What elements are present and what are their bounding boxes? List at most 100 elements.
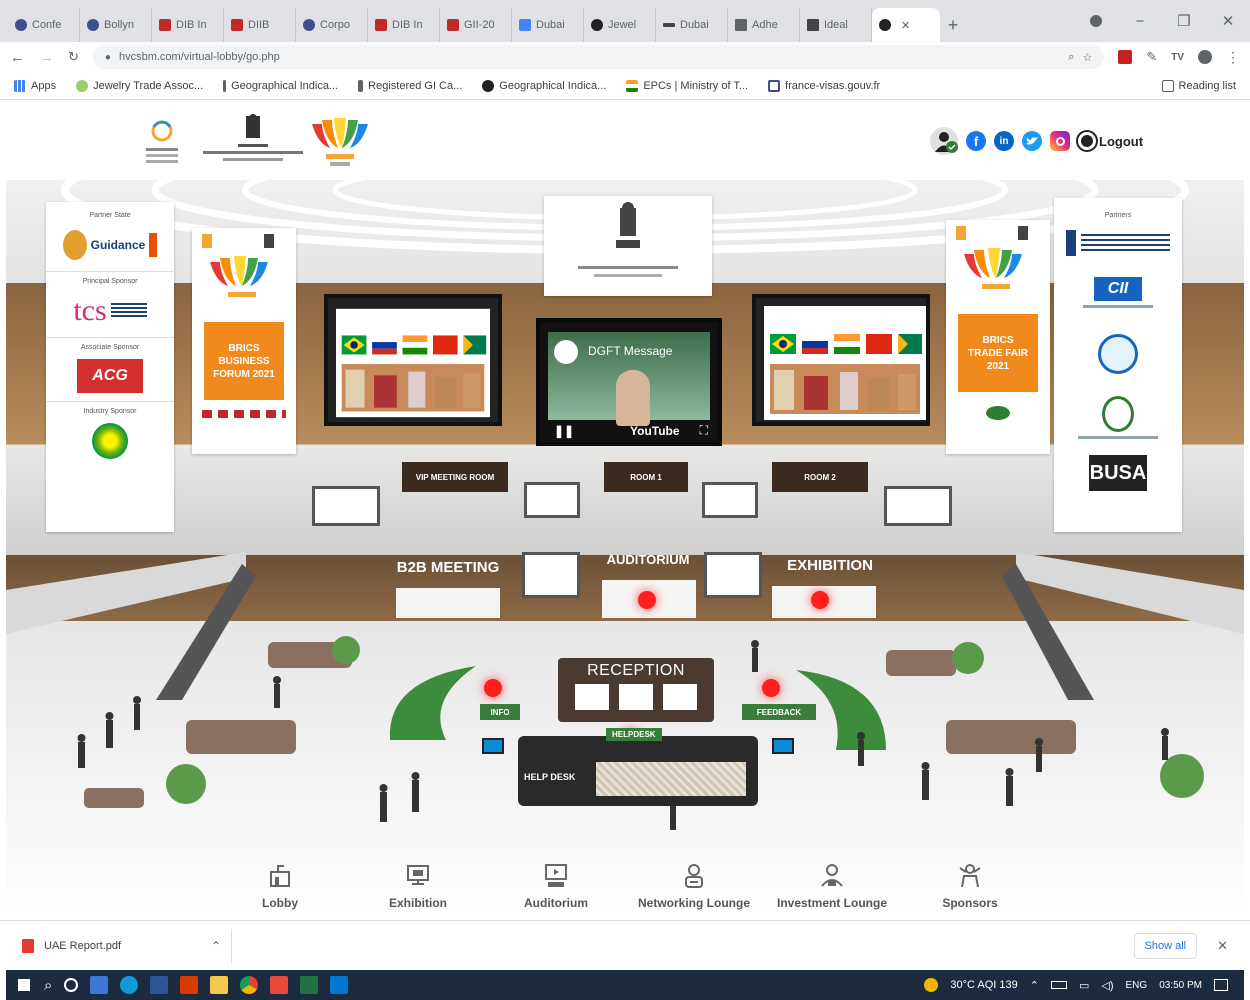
india-flag-icon xyxy=(626,79,639,92)
bookmark-item[interactable]: france-visas.gouv.fr xyxy=(768,79,880,92)
nav-investment-lounge[interactable]: Investment Lounge xyxy=(763,862,901,920)
pdf-file-icon xyxy=(22,938,34,953)
volume-icon[interactable]: ◁) xyxy=(1101,979,1113,992)
tab-favicon-icon xyxy=(375,19,387,31)
tab-favicon-icon xyxy=(735,19,747,31)
taskbar-app-icon[interactable] xyxy=(180,976,199,994)
pdf-extension-icon[interactable] xyxy=(1118,50,1133,64)
restore-icon[interactable]: ❐ xyxy=(1162,0,1206,42)
bookmark-item[interactable]: Geographical Indica... xyxy=(482,79,606,92)
exhibition-icon xyxy=(407,865,429,885)
weather-icon[interactable] xyxy=(924,978,939,992)
browser-tab[interactable]: Jewel xyxy=(584,8,656,42)
browser-tab[interactable]: Bollyn xyxy=(80,8,152,42)
auditorium-icon xyxy=(545,864,567,887)
tv-extension-icon[interactable]: TV xyxy=(1171,52,1184,63)
tab-favicon-icon xyxy=(879,19,891,31)
lobby-bottom-nav: Lobby Exhibition Auditorium Networking L… xyxy=(0,862,1250,920)
close-window-icon[interactable]: ✕ xyxy=(1206,0,1250,42)
bookmark-favicon-icon xyxy=(358,79,364,92)
minimize-icon[interactable]: − xyxy=(1118,0,1162,42)
browser-tab[interactable]: DIB In xyxy=(368,8,440,42)
investment-icon xyxy=(821,864,843,887)
browser-tab[interactable]: Confe xyxy=(8,8,80,42)
forward-arrow-icon[interactable]: → xyxy=(39,49,54,66)
clock[interactable]: 03:50 PM xyxy=(1159,980,1202,991)
nav-exhibition[interactable]: Exhibition xyxy=(349,862,487,920)
bookmark-item[interactable]: Geographical Indica... xyxy=(223,79,338,92)
bookmark-item[interactable]: EPCs | Ministry of T... xyxy=(626,79,748,92)
weather-text[interactable]: 30°C AQI 139 xyxy=(950,979,1017,991)
twitter-icon[interactable] xyxy=(1022,131,1042,151)
feedback-kiosk[interactable]: FEEDBACK xyxy=(742,704,816,720)
excel-icon[interactable] xyxy=(300,976,319,994)
extension-icon[interactable]: ✎ xyxy=(1146,49,1157,65)
helpdesk-counter[interactable]: HELPDESK HELP DESK xyxy=(518,728,758,806)
nav-sponsors[interactable]: Sponsors xyxy=(901,862,1039,920)
browser-tab-active[interactable]: ✕ xyxy=(872,8,940,42)
back-arrow-icon[interactable]: ← xyxy=(10,49,25,66)
new-tab-button[interactable]: + xyxy=(940,8,966,42)
reception-sign[interactable]: RECEPTION xyxy=(558,658,714,722)
nav-networking-lounge[interactable]: Networking Lounge xyxy=(625,862,763,920)
bookmarks-bar: Apps Jewelry Trade Assoc... Geographical… xyxy=(0,72,1250,100)
windows-start-icon[interactable] xyxy=(16,977,32,993)
reload-icon[interactable]: ↻ xyxy=(68,49,79,65)
outlook-icon[interactable] xyxy=(330,976,349,994)
browser-tab[interactable]: GII-20 xyxy=(440,8,512,42)
taskbar-app-icon[interactable] xyxy=(270,976,289,994)
tab-favicon-icon xyxy=(159,19,171,31)
star-icon[interactable]: ☆ xyxy=(1082,51,1092,64)
url-bar[interactable]: ● hvcsbm.com/virtual-lobby/go.php ⌕ ☆ xyxy=(92,45,1105,69)
download-item[interactable]: UAE Report.pdf ⌃ xyxy=(22,928,232,963)
facebook-icon[interactable]: f xyxy=(966,131,986,151)
taskbar-app-icon[interactable] xyxy=(150,976,169,994)
search-icon[interactable]: ⌕ xyxy=(44,977,52,994)
instagram-icon[interactable] xyxy=(1050,131,1070,151)
task-view-icon[interactable] xyxy=(64,978,79,992)
brics-logo xyxy=(142,118,182,168)
browser-tab[interactable]: Dubai xyxy=(512,8,584,42)
network-icon[interactable]: ▭ xyxy=(1079,979,1089,992)
reading-list[interactable]: Reading list xyxy=(1161,79,1236,92)
bookmark-item[interactable]: Jewelry Trade Assoc... xyxy=(76,79,203,92)
nav-auditorium[interactable]: Auditorium xyxy=(487,862,625,920)
user-avatar[interactable] xyxy=(930,127,958,155)
browser-tab[interactable]: Dubai xyxy=(656,8,728,42)
site-header: f in Logout xyxy=(0,100,1250,180)
logout-button[interactable]: Logout xyxy=(1078,132,1143,150)
browser-tab[interactable]: Ideal xyxy=(800,8,872,42)
download-file-name: UAE Report.pdf xyxy=(44,939,122,952)
profile-icon[interactable] xyxy=(1074,0,1118,42)
show-all-button[interactable]: Show all xyxy=(1133,932,1198,959)
apps-grid-icon xyxy=(14,79,26,92)
linkedin-icon[interactable]: in xyxy=(994,131,1014,151)
language-indicator[interactable]: ENG xyxy=(1126,980,1148,991)
tab-favicon-icon xyxy=(663,23,675,27)
logo-display xyxy=(619,684,653,710)
taskbar-app-icon[interactable] xyxy=(90,976,109,994)
lobby-icon xyxy=(270,865,290,887)
browser-tab[interactable]: DIB In xyxy=(152,8,224,42)
tab-favicon-icon xyxy=(447,19,459,31)
browser-tab[interactable]: DIIB xyxy=(224,8,296,42)
account-icon[interactable] xyxy=(1198,50,1212,64)
close-tab-icon[interactable]: ✕ xyxy=(901,19,910,32)
tray-chevron-icon[interactable]: ⌃ xyxy=(1030,979,1039,992)
nav-lobby[interactable]: Lobby xyxy=(211,862,349,920)
menu-dots-icon[interactable]: ⋮ xyxy=(1226,49,1240,66)
download-options-icon[interactable]: ⌃ xyxy=(211,939,221,953)
browser-tab[interactable]: Corpo xyxy=(296,8,368,42)
close-downloads-icon[interactable]: ✕ xyxy=(1217,938,1228,954)
browser-tab[interactable]: Adhe xyxy=(728,8,800,42)
zoom-icon[interactable]: ⌕ xyxy=(1068,51,1074,64)
edge-icon[interactable] xyxy=(120,976,139,994)
file-explorer-icon[interactable] xyxy=(210,976,229,994)
address-toolbar: ← → ↻ ● hvcsbm.com/virtual-lobby/go.php … xyxy=(0,42,1250,72)
notification-icon[interactable] xyxy=(1214,979,1228,991)
chrome-icon[interactable] xyxy=(240,976,259,994)
window-controls: − ❐ ✕ xyxy=(1074,0,1250,42)
info-kiosk[interactable]: INFO xyxy=(480,704,520,720)
bookmark-item[interactable]: Registered GI Ca... xyxy=(358,79,462,92)
bookmark-apps[interactable]: Apps xyxy=(14,79,56,92)
